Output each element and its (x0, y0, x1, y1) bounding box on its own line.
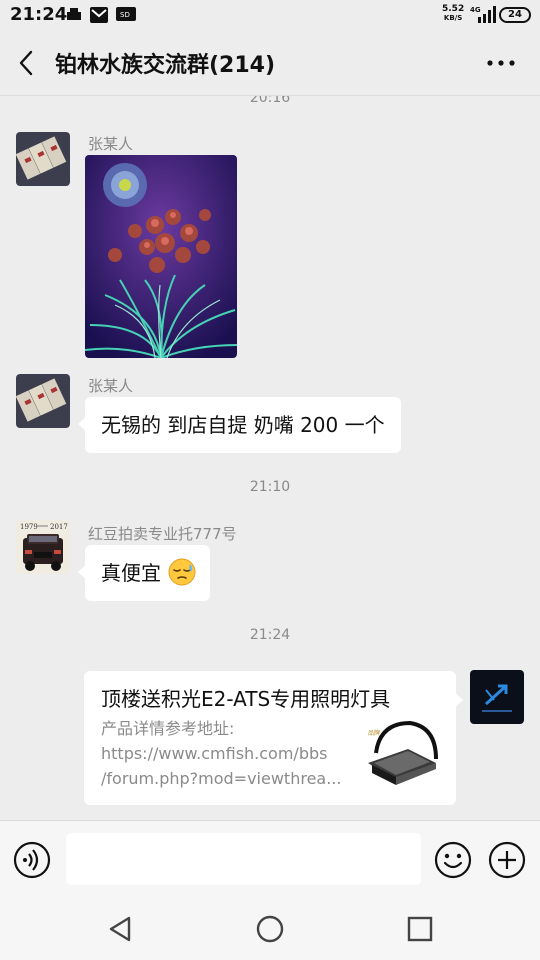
message-text: 真便宜 (101, 561, 161, 585)
avatar[interactable] (16, 374, 70, 428)
chat-title: 铂林水族交流群(214) (55, 53, 276, 78)
mail-icon (90, 7, 108, 23)
cards-avatar-image (16, 132, 70, 186)
link-card-description: 产品详情参考地址: https://www.cmfish.com/bbs /fo… (101, 719, 342, 788)
message-text: 无锡的 到店自提 奶嘴 200 一个 (101, 413, 385, 437)
avatar[interactable] (16, 132, 70, 186)
status-bar: 21:24 SD 5.52 KB/S 4G 24 (0, 0, 540, 30)
cards-avatar-image (16, 374, 70, 428)
notification-icon (67, 8, 81, 20)
message-bubble[interactable]: 真便宜 (77, 545, 211, 601)
nav-home-icon[interactable] (255, 914, 285, 944)
status-time: 21:24 (10, 4, 68, 25)
sender-name: 红豆拍卖专业托777号 (88, 525, 237, 543)
network-speed: 5.52 KB/S (442, 4, 465, 23)
svg-text:4G: 4G (470, 6, 481, 14)
logo-avatar-image (470, 670, 524, 724)
input-bar (0, 820, 540, 900)
sleepy-face-emoji-icon (168, 558, 196, 586)
avatar[interactable]: 1979 2017 (16, 520, 70, 574)
car-avatar-image: 1979 2017 (16, 520, 70, 574)
timestamp: 21:10 (249, 479, 291, 495)
title-bar: 铂林水族交流群(214) (0, 30, 540, 96)
lamp-product-thumbnail: 品牌 (364, 719, 440, 795)
coral-photo (85, 155, 237, 358)
timestamp: 21:24 (249, 627, 291, 643)
emoji-icon[interactable] (434, 841, 472, 879)
link-card-title: 顶楼送积光E2-ATS专用照明灯具 (101, 687, 391, 711)
sd-card-icon: SD (116, 7, 136, 21)
svg-text:品牌: 品牌 (368, 729, 380, 737)
nav-back-icon[interactable] (105, 914, 135, 944)
back-arrow-icon[interactable] (12, 48, 42, 78)
avatar[interactable] (470, 670, 524, 724)
nav-recent-apps-icon[interactable] (405, 914, 435, 944)
system-nav-bar (0, 900, 540, 960)
svg-text:1979: 1979 (20, 523, 38, 531)
svg-text:2017: 2017 (50, 523, 68, 531)
more-options-icon[interactable] (483, 48, 519, 78)
sender-name: 张某人 (88, 135, 134, 153)
signal-icon: 4G (470, 6, 496, 23)
sender-name: 张某人 (88, 377, 134, 395)
chat-area[interactable]: 20:16 张某人 张某人 无锡的 到店自提 奶嘴 200 一个 21:10 1… (0, 96, 540, 820)
timestamp: 20:16 (249, 96, 291, 106)
battery-indicator: 24 (499, 7, 531, 23)
svg-text:SD: SD (120, 11, 130, 19)
image-message[interactable] (85, 155, 237, 358)
link-card-message[interactable]: 顶楼送积光E2-ATS专用照明灯具 产品详情参考地址: https://www.… (84, 671, 463, 805)
message-input[interactable] (66, 833, 421, 885)
plus-icon[interactable] (488, 841, 526, 879)
voice-input-icon[interactable] (13, 841, 51, 879)
message-bubble[interactable]: 无锡的 到店自提 奶嘴 200 一个 (78, 397, 401, 453)
